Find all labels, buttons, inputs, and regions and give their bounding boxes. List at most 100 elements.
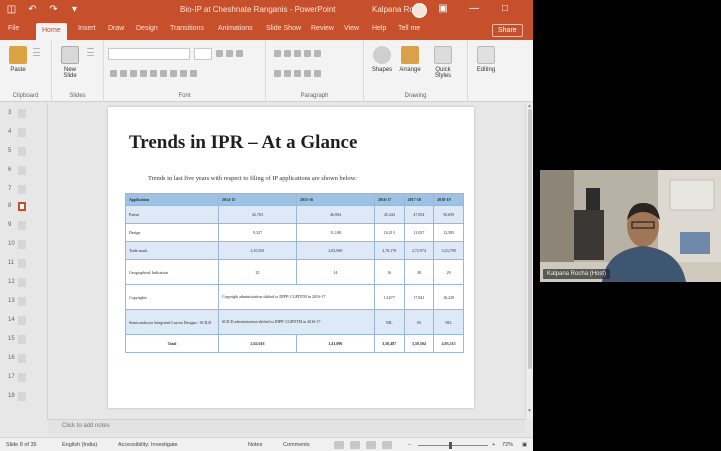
align-right-icon[interactable] xyxy=(294,70,301,77)
minimize-icon[interactable]: — xyxy=(468,3,480,14)
bullets-icon[interactable] xyxy=(274,50,281,57)
tab-view[interactable]: View xyxy=(344,25,359,32)
thumbnail-7[interactable]: 7 xyxy=(8,184,44,198)
tab-help[interactable]: Help xyxy=(372,25,386,32)
comments-button[interactable]: Comments xyxy=(283,442,310,448)
save-icon[interactable]: ◫ xyxy=(6,4,17,15)
grow-font-icon[interactable] xyxy=(216,50,223,57)
tab-animations[interactable]: Animations xyxy=(218,25,253,32)
arrange-button[interactable]: Arrange xyxy=(398,46,422,73)
strikethrough-icon[interactable] xyxy=(140,70,147,77)
tab-review[interactable]: Review xyxy=(311,25,334,32)
slide-title[interactable]: Trends in IPR – At a Glance xyxy=(129,132,357,154)
numbering-icon[interactable] xyxy=(284,50,291,57)
scroll-thumb[interactable] xyxy=(528,109,532,369)
bold-icon[interactable] xyxy=(110,70,117,77)
tab-tell-me[interactable]: Tell me xyxy=(398,25,420,32)
quick-styles-button[interactable]: Quick Styles xyxy=(428,46,458,79)
thumbnail-9[interactable]: 9 xyxy=(8,220,44,234)
thumbnail-16[interactable]: 16 xyxy=(8,353,44,367)
shrink-font-icon[interactable] xyxy=(226,50,233,57)
undo-icon[interactable]: ↶ xyxy=(27,4,38,15)
slide-sorter-icon[interactable] xyxy=(350,441,360,449)
share-button[interactable]: Share xyxy=(492,24,523,37)
thumbnail-6[interactable]: 6 xyxy=(8,165,44,179)
thumbnail-5[interactable]: 5 xyxy=(8,146,44,160)
new-slide-button[interactable]: New Slide xyxy=(58,46,82,79)
thumbnail-17[interactable]: 17 xyxy=(8,372,44,386)
align-center-icon[interactable] xyxy=(284,70,291,77)
notes-pane[interactable]: Click to add notes xyxy=(48,419,525,433)
scroll-down-icon[interactable]: ▼ xyxy=(527,408,532,414)
tab-slide-show[interactable]: Slide Show xyxy=(266,25,301,32)
ipr-table[interactable]: Application 2014-15 2015-16 2016-17 2017… xyxy=(125,193,464,353)
notes-button[interactable]: Notes xyxy=(248,442,262,448)
vertical-scrollbar[interactable]: ▲ ▼ xyxy=(525,103,533,419)
format-painter-icon[interactable] xyxy=(33,55,40,57)
case-icon[interactable] xyxy=(170,70,177,77)
decrease-indent-icon[interactable] xyxy=(294,50,301,57)
copy-icon[interactable] xyxy=(33,51,40,53)
line-spacing-icon[interactable] xyxy=(314,50,321,57)
section-icon[interactable] xyxy=(87,55,94,57)
reading-view-icon[interactable] xyxy=(366,441,376,449)
layout-icon[interactable] xyxy=(87,48,94,49)
shadow-icon[interactable] xyxy=(150,70,157,77)
thumbnail-3[interactable]: 3 xyxy=(8,108,44,122)
justify-icon[interactable] xyxy=(304,70,311,77)
underline-icon[interactable] xyxy=(130,70,137,77)
thumbnail-11[interactable]: 11 xyxy=(8,258,44,272)
fit-slide-icon[interactable]: ▣ xyxy=(522,442,527,448)
thumbnail-18[interactable]: 18 xyxy=(8,391,44,405)
tab-design[interactable]: Design xyxy=(136,25,158,32)
avatar[interactable] xyxy=(412,3,427,18)
tab-insert[interactable]: Insert xyxy=(78,25,96,32)
zoom-slider[interactable] xyxy=(418,445,488,446)
tab-file[interactable]: File xyxy=(8,25,19,32)
thumbnail-15[interactable]: 15 xyxy=(8,334,44,348)
slide-canvas[interactable]: Trends in IPR – At a Glance Trends in la… xyxy=(108,107,474,408)
clear-format-icon[interactable] xyxy=(236,50,243,57)
zoom-in-icon[interactable]: + xyxy=(492,442,495,448)
table-header: 2015-16 xyxy=(295,193,375,206)
thumbnail-14[interactable]: 14 xyxy=(8,315,44,329)
tab-transitions[interactable]: Transitions xyxy=(170,25,204,32)
maximize-icon[interactable]: □ xyxy=(499,3,511,14)
close-icon[interactable]: ✕ xyxy=(530,3,533,14)
table-cell: NIL xyxy=(373,309,405,335)
language-status[interactable]: English (India) xyxy=(62,442,97,448)
paste-button[interactable]: Paste xyxy=(6,46,30,73)
font-name-box[interactable] xyxy=(108,48,190,60)
slideshow-view-icon[interactable] xyxy=(382,441,392,449)
editing-button[interactable]: Editing xyxy=(474,46,498,73)
thumbnail-12[interactable]: 12 xyxy=(8,277,44,291)
zoom-out-icon[interactable]: − xyxy=(408,442,411,448)
tab-draw[interactable]: Draw xyxy=(108,25,124,32)
thumbnail-10[interactable]: 10 xyxy=(8,239,44,253)
ribbon-display-icon[interactable]: ▣ xyxy=(437,3,449,14)
zoom-level[interactable]: 72% xyxy=(502,442,513,448)
thumbnail-8-selected[interactable]: 8 xyxy=(8,201,44,215)
columns-icon[interactable] xyxy=(314,70,321,77)
cut-icon[interactable] xyxy=(33,48,40,49)
zoom-slider-knob[interactable] xyxy=(449,442,452,449)
table-row: Geographical Indication 25 14 16 38 29 xyxy=(125,259,464,285)
increase-indent-icon[interactable] xyxy=(304,50,311,57)
redo-icon[interactable]: ↷ xyxy=(48,4,59,15)
customize-qat-icon[interactable]: ▾ xyxy=(69,4,80,15)
shapes-button[interactable]: Shapes xyxy=(370,46,394,73)
screen: ◫ ↶ ↷ ▾ Bio-IP at Cheshnate Ranganis - P… xyxy=(0,0,721,451)
align-left-icon[interactable] xyxy=(274,70,281,77)
spacing-icon[interactable] xyxy=(160,70,167,77)
tab-home[interactable]: Home xyxy=(36,23,67,40)
normal-view-icon[interactable] xyxy=(334,441,344,449)
accessibility-status[interactable]: Accessibility: Investigate xyxy=(118,442,178,448)
font-color-icon[interactable] xyxy=(190,70,197,77)
italic-icon[interactable] xyxy=(120,70,127,77)
thumbnail-4[interactable]: 4 xyxy=(8,127,44,141)
reset-icon[interactable] xyxy=(87,51,94,53)
font-size-box[interactable] xyxy=(194,48,212,60)
highlight-icon[interactable] xyxy=(180,70,187,77)
slide-subtitle[interactable]: Trends in last five years with respect t… xyxy=(148,175,357,182)
thumbnail-13[interactable]: 13 xyxy=(8,296,44,310)
